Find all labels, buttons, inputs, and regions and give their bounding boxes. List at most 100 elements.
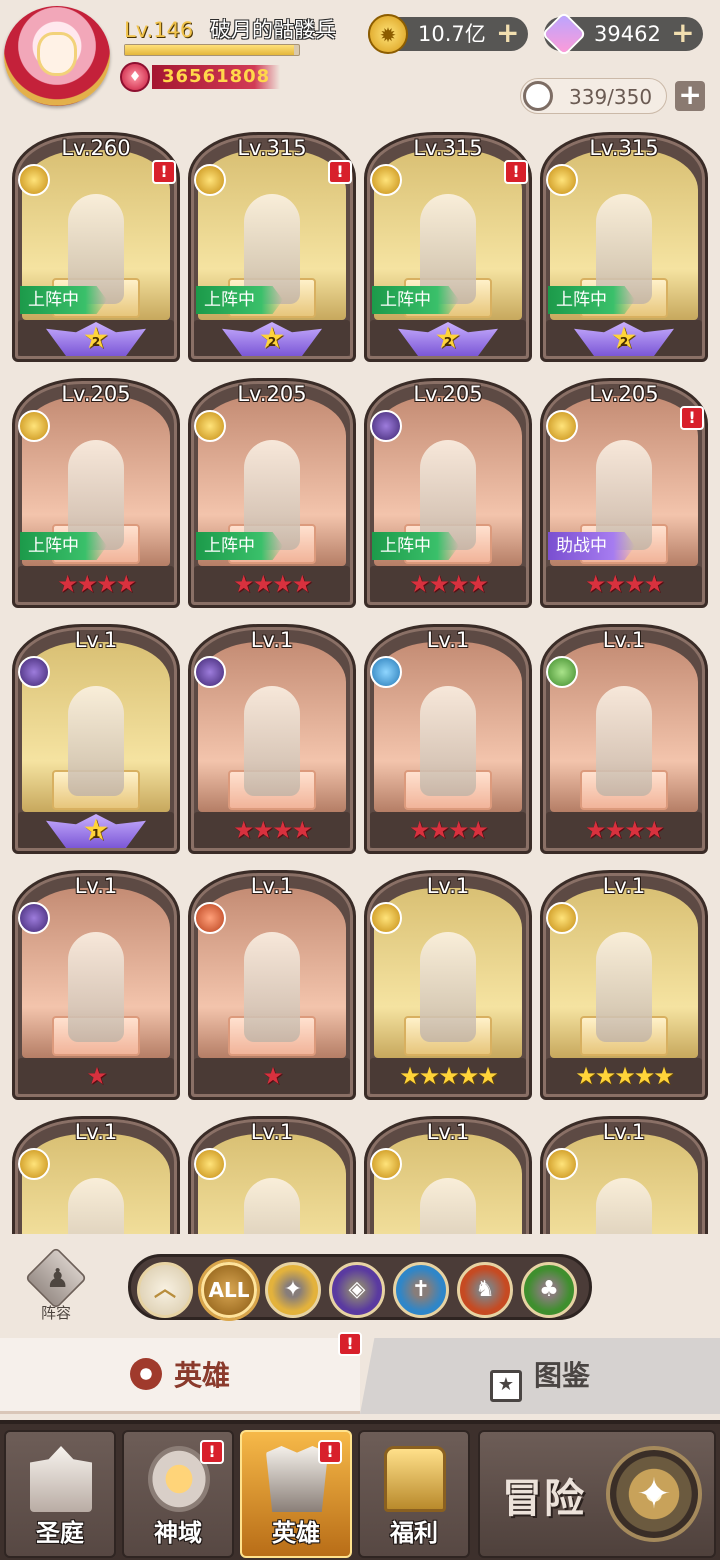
gem-pill: 39462 + bbox=[541, 11, 703, 57]
hero-card[interactable]: Lv.1 ★ bbox=[188, 870, 356, 1100]
hero-level: Lv.1 bbox=[602, 628, 646, 652]
gem-amount: 39462 bbox=[594, 22, 661, 46]
hero-card[interactable]: Lv.1 ★★★★★ bbox=[540, 870, 708, 1100]
hero-card[interactable]: Lv.1 ★★★★ bbox=[188, 624, 356, 854]
hero-level: Lv.1 bbox=[426, 1120, 470, 1144]
hero-card[interactable]: Lv.205 上阵中 ★★★★ bbox=[188, 378, 356, 608]
subtabs: 英雄 ★ 图鉴 ! bbox=[0, 1332, 720, 1418]
hero-sprite bbox=[244, 686, 300, 796]
hero-sprite bbox=[596, 1178, 652, 1234]
nav-item-2[interactable]: 英雄! bbox=[240, 1430, 352, 1558]
add-gold-button[interactable]: + bbox=[496, 19, 520, 47]
lineup-button[interactable]: ♟ 阵容 bbox=[24, 1246, 88, 1324]
gold-faction-icon bbox=[370, 902, 402, 934]
hero-card[interactable]: Lv.205 上阵中 ★★★★ bbox=[12, 378, 180, 608]
gold-coin-icon: ✹ bbox=[368, 14, 408, 54]
codex-book-icon: ★ bbox=[489, 1370, 522, 1402]
player-name: 破月的骷髅兵 bbox=[209, 18, 336, 42]
gold-pill: ✹ 10.7亿 + bbox=[368, 14, 528, 54]
hero-sprite bbox=[420, 686, 476, 796]
tab-heroes[interactable]: 英雄 bbox=[0, 1338, 360, 1414]
nav-item-1[interactable]: 神域! bbox=[122, 1430, 234, 1558]
expand-capacity-button[interactable]: + bbox=[675, 81, 706, 111]
hero-card[interactable]: Lv.260! 上阵中 ★ 2 bbox=[12, 132, 180, 362]
hero-level: Lv.205 bbox=[61, 382, 131, 406]
gem-currency: 39462 + bbox=[541, 11, 703, 57]
gold-faction-icon bbox=[546, 410, 578, 442]
hero-card[interactable]: Lv.315! 上阵中 ★ 2 bbox=[188, 132, 356, 362]
all-filter-icon: ALL bbox=[208, 1278, 250, 1302]
filter-holy-button[interactable]: ✝ bbox=[393, 1262, 449, 1318]
filter-sort-button[interactable]: ︿ bbox=[137, 1262, 193, 1318]
filter-beast-button[interactable]: ♞ bbox=[457, 1262, 513, 1318]
filter-nature-button[interactable]: ♣ bbox=[521, 1262, 577, 1318]
hero-card[interactable]: Lv.1 ★★★★★ bbox=[364, 870, 532, 1100]
nav-item-3[interactable]: 福利 bbox=[358, 1430, 470, 1558]
hero-level: Lv.205 bbox=[237, 382, 307, 406]
hero-card[interactable]: Lv.205! 助战中 ★★★★ bbox=[540, 378, 708, 608]
hero-level: Lv.315 bbox=[413, 136, 483, 160]
nav-item-0[interactable]: 圣庭 bbox=[4, 1430, 116, 1558]
power-value: 36561808 bbox=[152, 65, 281, 89]
dark-faction-icon bbox=[18, 656, 50, 688]
compass-icon: ✦ bbox=[606, 1446, 702, 1542]
adventure-button[interactable]: 冒险 ✦ bbox=[478, 1430, 716, 1558]
avatar-portrait bbox=[37, 32, 77, 76]
hero-card[interactable]: Lv.1 ★★★★ bbox=[540, 624, 708, 854]
hero-card[interactable]: Lv.1 bbox=[12, 1116, 180, 1234]
hero-stars: ★ bbox=[86, 1062, 108, 1090]
alert-icon: ! bbox=[200, 1440, 224, 1464]
hero-sprite bbox=[420, 1178, 476, 1234]
hero-sprite bbox=[420, 932, 476, 1042]
nav-label: 福利 bbox=[390, 1519, 438, 1547]
hero-card[interactable]: Lv.1 bbox=[540, 1116, 708, 1234]
filter-dark-button[interactable]: ◈ bbox=[329, 1262, 385, 1318]
adventure-label: 冒险 bbox=[502, 1476, 586, 1522]
hero-level: Lv.1 bbox=[74, 874, 118, 898]
hero-status-badge: 上阵中 bbox=[20, 286, 107, 314]
player-level: Lv.146 bbox=[124, 18, 194, 42]
gold-faction-icon bbox=[18, 164, 50, 196]
player-avatar[interactable] bbox=[4, 6, 110, 106]
bottom-nav: 福利 英雄! 神域! 圣庭 冒险 ✦ bbox=[0, 1420, 720, 1560]
hero-level: Lv.1 bbox=[602, 1120, 646, 1144]
hero-sprite bbox=[68, 932, 124, 1042]
hero-card[interactable]: Lv.1 bbox=[364, 1116, 532, 1234]
hero-card[interactable]: Lv.315! 上阵中 ★ 2 bbox=[364, 132, 532, 362]
hero-stars: ★★★★★ bbox=[399, 1062, 499, 1090]
hero-level: Lv.1 bbox=[426, 874, 470, 898]
dark-faction-icon: ◈ bbox=[348, 1277, 366, 1302]
hero-stars: ★★★★ bbox=[408, 570, 489, 598]
hero-card[interactable]: Lv.315 上阵中 ★ 2 bbox=[540, 132, 708, 362]
hero-level: Lv.1 bbox=[250, 874, 294, 898]
lineup-label: 阵容 bbox=[40, 1304, 71, 1322]
filter-light-button[interactable]: ✦ bbox=[265, 1262, 321, 1318]
rank-number: 2 bbox=[443, 335, 453, 349]
hero-sprite bbox=[596, 932, 652, 1042]
hero-status-badge: 上阵中 bbox=[196, 532, 283, 560]
alert-icon: ! bbox=[680, 406, 704, 430]
hero-level: Lv.1 bbox=[250, 1120, 294, 1144]
hero-grid: Lv.260! 上阵中 ★ 2 Lv.315! 上阵中 ★ 2 Lv.315! 上阵中 ★ 2 Lv.3… bbox=[12, 132, 708, 1234]
rank-number: 2 bbox=[91, 335, 101, 349]
add-gem-button[interactable]: + bbox=[671, 19, 695, 47]
nav-label: 神域 bbox=[154, 1519, 202, 1547]
hero-card[interactable]: Lv.1 ★ 1 bbox=[12, 624, 180, 854]
alert-icon: ! bbox=[338, 1332, 362, 1356]
hero-sprite bbox=[68, 686, 124, 796]
capacity-icon bbox=[523, 81, 553, 111]
hero-card[interactable]: Lv.1 ★ bbox=[12, 870, 180, 1100]
nav-label: 英雄 bbox=[272, 1519, 320, 1547]
hero-stars: ★★★★ bbox=[408, 816, 489, 844]
hero-card[interactable]: Lv.205 上阵中 ★★★★ bbox=[364, 378, 532, 608]
tab-codex[interactable]: ★ 图鉴 bbox=[360, 1338, 720, 1414]
xp-fill bbox=[125, 45, 294, 55]
gold-faction-icon bbox=[194, 164, 226, 196]
filter-all-button[interactable]: ALL bbox=[201, 1262, 257, 1318]
combat-power: ♦ 36561808 bbox=[120, 62, 281, 92]
hero-stars: ★ bbox=[262, 1062, 284, 1090]
hero-level: Lv.205 bbox=[589, 382, 659, 406]
hero-stars: ★★★★ bbox=[232, 570, 313, 598]
hero-card[interactable]: Lv.1 ★★★★ bbox=[364, 624, 532, 854]
hero-card[interactable]: Lv.1 bbox=[188, 1116, 356, 1234]
